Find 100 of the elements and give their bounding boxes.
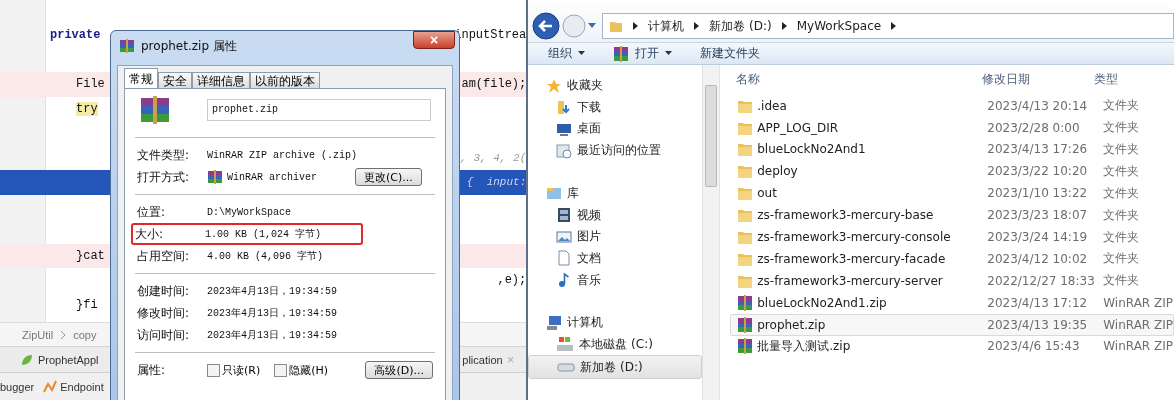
toolbar-button[interactable]: 组织 (542, 45, 592, 63)
nav-item[interactable]: 收藏夹 (528, 74, 703, 97)
nav-item[interactable]: 库 (528, 182, 703, 205)
folder-icon (609, 19, 624, 34)
nav-item[interactable]: 下载 (528, 96, 703, 119)
nav-item[interactable]: 计算机 (528, 311, 703, 334)
file-row[interactable]: zs-framework3-mercury-facade 2023/4/12 10:02 文件夹 (730, 248, 1174, 270)
change-button[interactable]: 更改(C)... (355, 168, 422, 186)
nav-item[interactable]: 新加卷 (D:) (528, 355, 703, 379)
caret-icon (578, 51, 586, 57)
column-header[interactable]: 类型 (1094, 71, 1174, 89)
drive-icon (556, 336, 575, 353)
picture-icon (556, 228, 573, 245)
address-bar[interactable]: 计算机 新加卷 (D:) MyWorkSpace (602, 13, 1174, 40)
code-text: , 3, 4, 2( (460, 151, 527, 164)
code-text: ,e); (497, 273, 527, 288)
tab[interactable]: 以前的版本 (250, 72, 320, 88)
folder-icon (737, 229, 754, 246)
archive-icon (119, 39, 135, 53)
property-label: 修改时间: (137, 304, 191, 322)
property-label: 位置: (137, 203, 167, 221)
folder-icon (737, 141, 754, 158)
code-text: inputStrea (454, 28, 527, 43)
property-value: 2023年4月13日，19:34:59 (207, 285, 337, 298)
nav-item[interactable]: 桌面 (528, 118, 703, 140)
property-value: 2023年4月13日，19:34:59 (207, 307, 337, 320)
tool-tab[interactable]: Endpoint (43, 379, 104, 394)
column-header[interactable]: 修改日期 (982, 71, 1095, 89)
folder-icon (737, 163, 754, 180)
file-row[interactable]: APP_LOG_DIR 2023/2/28 0:00 文件夹 (730, 116, 1174, 139)
download-folder-icon (556, 99, 573, 116)
tab[interactable]: 常规 (124, 68, 158, 88)
dialog-title: prophet.zip 属性 (141, 37, 237, 55)
property-label: 打开方式: (137, 168, 191, 186)
back-icon[interactable] (532, 12, 561, 41)
property-label: 访问时间: (137, 326, 191, 344)
nav-item[interactable]: 图片 (528, 225, 703, 248)
endpoint-icon (43, 379, 58, 394)
nav-item[interactable]: 文档 (528, 247, 703, 270)
run-tab[interactable]: ProphetAppl (20, 352, 99, 367)
toolbar-button[interactable]: 新建文件夹 (694, 45, 767, 63)
recent-places-icon (556, 142, 573, 159)
archive-icon (207, 170, 223, 184)
breadcrumb-item[interactable]: copy (73, 328, 97, 341)
drive-icon (557, 362, 576, 373)
code-text: { input: (466, 176, 527, 189)
tab[interactable]: 安全 (158, 72, 192, 88)
caret-icon[interactable] (588, 23, 597, 30)
property-label: 文件类型: (137, 146, 191, 164)
checkbox[interactable]: 只读(R) (207, 362, 261, 378)
nav-item[interactable]: 视频 (528, 204, 703, 226)
file-row[interactable]: 批量导入测试.zip 2023/4/6 15:43 WinRAR ZIP (730, 335, 1174, 358)
file-row[interactable]: deploy 2023/3/22 10:20 文件夹 (730, 160, 1174, 183)
nav-item[interactable]: 本地磁盘 (C:) (528, 333, 703, 356)
tool-tab[interactable]: bugger (0, 380, 39, 393)
file-row[interactable]: blueLockNo2And1.zip 2023/4/13 17:12 WinRAR ZIP (730, 291, 1174, 314)
run-tab[interactable]: plication × (462, 352, 515, 367)
code-text: private (50, 28, 101, 43)
checkbox[interactable]: 隐藏(H) (274, 362, 329, 378)
spring-leaf-icon (20, 352, 34, 367)
tab[interactable]: 详细信息 (192, 72, 250, 88)
property-label: 属性: (137, 361, 167, 379)
archive-icon (737, 316, 754, 333)
archive-icon (139, 96, 171, 124)
file-row[interactable]: zs-framework3-mercury-console 2023/3/24 14:19 文件夹 (730, 226, 1174, 248)
archive-icon (737, 294, 754, 311)
folder-icon (737, 207, 754, 224)
code-text: am(file); (461, 77, 527, 92)
nav-item[interactable]: 音乐 (528, 269, 703, 291)
file-row[interactable]: .idea 2023/4/13 20:14 文件夹 (730, 94, 1174, 117)
star-icon (546, 77, 563, 94)
property-value: 1.00 KB (1,024 字节) (205, 227, 321, 241)
chevron-icon (781, 22, 787, 31)
archive-icon (737, 338, 754, 355)
property-value: WinRAR ZIP archive (.zip) (207, 149, 358, 161)
scrollbar[interactable] (702, 64, 721, 400)
property-value: 4.00 KB (4,096 字节) (207, 249, 323, 263)
file-row[interactable]: zs-framework3-mercury-base 2023/3/23 18:07 文件夹 (730, 204, 1174, 227)
code-text: File (76, 77, 105, 92)
property-label: 占用空间: (137, 247, 191, 265)
property-value: 2023年4月13日，19:34:59 (207, 329, 337, 342)
file-row[interactable]: prophet.zip 2023/4/13 19:35 WinRAR ZIP (730, 313, 1174, 336)
code-text: }fi (76, 297, 98, 312)
chevron-icon (694, 22, 700, 31)
toolbar-button[interactable]: 打开 (607, 45, 679, 63)
file-row[interactable]: out 2023/1/10 13:22 文件夹 (730, 182, 1174, 205)
file-row[interactable]: blueLockNo2And1 2023/4/13 17:26 文件夹 (730, 138, 1174, 161)
nav-item[interactable]: 最近访问的位置 (528, 139, 703, 162)
breadcrumb-item[interactable]: ZipUtil (22, 328, 54, 341)
document-icon (556, 250, 573, 267)
computer-icon (546, 314, 563, 331)
file-name-field[interactable]: prophet.zip (207, 99, 431, 121)
advanced-button[interactable]: 高级(D)... (365, 361, 433, 379)
code-text: }cat (76, 248, 105, 263)
property-value: D:\MyWorkSpace (207, 206, 291, 218)
column-header[interactable]: 名称 (730, 71, 983, 89)
chevron-icon (891, 22, 897, 31)
library-icon (546, 185, 563, 202)
property-value: WinRAR archiver (227, 171, 318, 183)
file-row[interactable]: zs-framework3-mercury-server 2022/12/27 18:33 文件夹 (730, 269, 1174, 292)
